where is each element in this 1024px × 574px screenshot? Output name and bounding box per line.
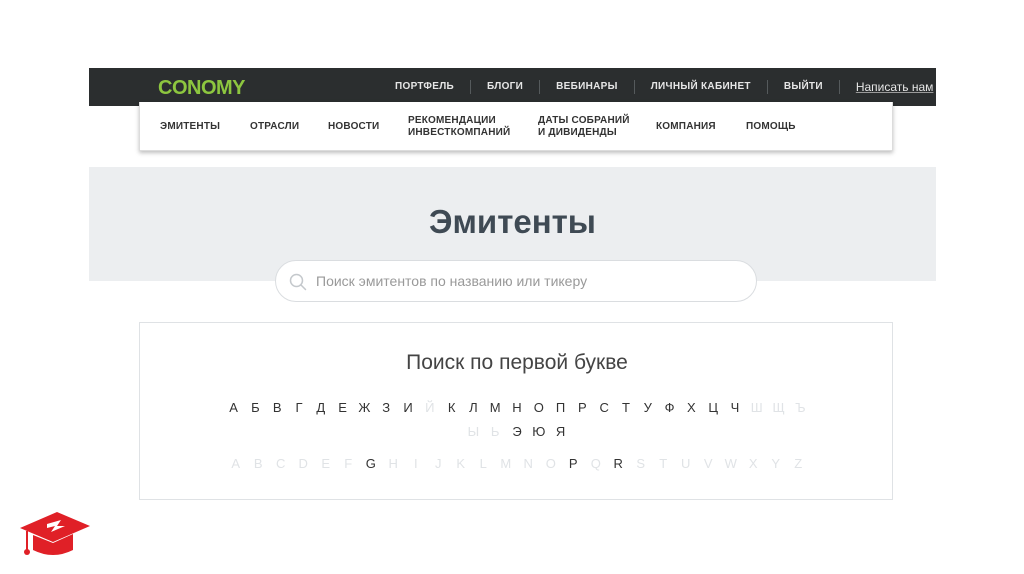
latin-letter: M (500, 456, 512, 471)
nav-recommendations-line1: РЕКОМЕНДАЦИИ (408, 114, 496, 126)
cyrillic-letter[interactable]: Э (506, 424, 528, 439)
cyrillic-letter[interactable]: Р (571, 400, 593, 415)
latin-letter: O (545, 456, 556, 471)
top-bar: CONOMY ПОРТФЕЛЬ БЛОГИ ВЕБИНАРЫ ЛИЧНЫЙ КА… (89, 68, 936, 106)
cyrillic-letter[interactable]: Х (680, 400, 702, 415)
nav-company[interactable]: КОМПАНИЯ (656, 102, 716, 151)
latin-letter: L (479, 456, 487, 471)
latin-letter: J (435, 456, 442, 471)
latin-letter: T (659, 456, 668, 471)
top-nav: ПОРТФЕЛЬ БЛОГИ ВЕБИНАРЫ ЛИЧНЫЙ КАБИНЕТ В… (379, 68, 933, 106)
latin-letter: I (413, 456, 418, 471)
cyrillic-letter[interactable]: Ц (702, 400, 724, 415)
cyrillic-letter[interactable]: Н (506, 400, 528, 415)
topnav-logout[interactable]: ВЫЙТИ (768, 80, 840, 94)
cyrillic-letter: Ш (750, 400, 763, 415)
nav-news[interactable]: НОВОСТИ (328, 102, 379, 151)
cyrillic-letter[interactable]: И (397, 400, 419, 415)
latin-letter: D (298, 456, 308, 471)
latin-letter: H (388, 456, 398, 471)
topnav-portfolio[interactable]: ПОРТФЕЛЬ (379, 80, 472, 94)
cyrillic-letter: Щ (772, 400, 785, 415)
latin-letter: W (724, 456, 737, 471)
cyrillic-letter: Ы (467, 424, 480, 439)
cyrillic-letter[interactable]: Т (615, 400, 637, 415)
latin-letter: K (456, 456, 466, 471)
latin-letter: Q (590, 456, 601, 471)
cyrillic-letter[interactable]: Б (245, 400, 267, 415)
cyrillic-letter[interactable]: Д (310, 400, 332, 415)
search-icon (289, 273, 307, 291)
cyrillic-letter[interactable]: М (484, 400, 506, 415)
site-logo[interactable]: CONOMY (158, 77, 246, 100)
latin-letter: F (344, 456, 353, 471)
nav-help[interactable]: ПОМОЩЬ (746, 102, 796, 151)
latin-letter[interactable]: R (607, 456, 630, 471)
cyrillic-letter[interactable]: О (528, 400, 550, 415)
search-box (275, 260, 757, 302)
nav-dates-line2: И ДИВИДЕНДЫ (538, 126, 617, 138)
nav-emitents[interactable]: ЭМИТЕНТЫ (160, 102, 220, 151)
latin-letter: B (253, 456, 263, 471)
cyrillic-letter[interactable]: Я (550, 424, 572, 439)
latin-letter[interactable]: G (360, 456, 383, 471)
cyrillic-letter[interactable]: З (375, 400, 397, 415)
main-nav: ЭМИТЕНТЫ ОТРАСЛИ НОВОСТИ РЕКОМЕНДАЦИИ ИН… (139, 102, 893, 151)
latin-row: ABCDEFGHI JKLMNOPQRSTUVWXYZ (140, 456, 894, 471)
cyrillic-letter[interactable]: Ю (528, 424, 550, 439)
latin-letter: E (321, 456, 331, 471)
page-title: Эмитенты (429, 203, 596, 240)
cyrillic-letter[interactable]: Ч (724, 400, 746, 415)
latin-letter: X (748, 456, 758, 471)
letter-search-title: Поиск по первой букве (406, 351, 628, 374)
latin-letter[interactable]: P (562, 456, 585, 471)
graduation-cap-logo-icon (20, 512, 90, 555)
cyrillic-letter[interactable]: В (266, 400, 288, 415)
cyrillic-letter[interactable]: Ж (354, 400, 376, 415)
nav-dates-line1: ДАТЫ СОБРАНИЙ (538, 114, 630, 126)
latin-letter: N (523, 456, 533, 471)
cyrillic-letter: Й (425, 400, 435, 415)
latin-letter: C (276, 456, 286, 471)
cyrillic-row-2: ЫЬЭЮЯ (140, 424, 894, 439)
cyrillic-letter[interactable]: С (593, 400, 615, 415)
cyrillic-letter: Ъ (795, 400, 806, 415)
topnav-account[interactable]: ЛИЧНЫЙ КАБИНЕТ (635, 80, 768, 94)
cyrillic-letter: Ь (490, 424, 500, 439)
latin-letter: Z (794, 456, 803, 471)
topnav-webinars[interactable]: ВЕБИНАРЫ (540, 80, 635, 94)
cyrillic-letter[interactable]: Е (332, 400, 354, 415)
latin-letter: S (636, 456, 646, 471)
cyrillic-letter[interactable]: А (223, 400, 245, 415)
latin-letter: Y (771, 456, 781, 471)
cyrillic-letter[interactable]: П (550, 400, 572, 415)
topnav-blogs[interactable]: БЛОГИ (471, 80, 541, 94)
nav-dates-dividends[interactable]: ДАТЫ СОБРАНИЙ И ДИВИДЕНДЫ (538, 102, 630, 151)
latin-letter: A (231, 456, 241, 471)
nav-sectors[interactable]: ОТРАСЛИ (250, 102, 299, 151)
cyrillic-letter[interactable]: Ф (659, 400, 681, 415)
cyrillic-letter[interactable]: Л (463, 400, 485, 415)
cyrillic-letter[interactable]: У (637, 400, 659, 415)
cyrillic-letter[interactable]: К (441, 400, 463, 415)
nav-recommendations-line2: ИНВЕСТКОМПАНИЙ (408, 126, 511, 138)
cyrillic-letter[interactable]: Г (288, 400, 310, 415)
search-input[interactable] (316, 269, 736, 293)
latin-letter: V (703, 456, 713, 471)
contact-link[interactable]: Написать нам (840, 80, 934, 94)
nav-recommendations[interactable]: РЕКОМЕНДАЦИИ ИНВЕСТКОМПАНИЙ (408, 102, 510, 151)
letter-search-card: Поиск по первой букве АБВГДЕЖЗИЙКЛМНОПРС… (139, 322, 893, 500)
cyrillic-row-1: АБВГДЕЖЗИЙКЛМНОПРСТУФХЦЧШЩЪ (140, 400, 894, 415)
latin-letter: U (681, 456, 691, 471)
